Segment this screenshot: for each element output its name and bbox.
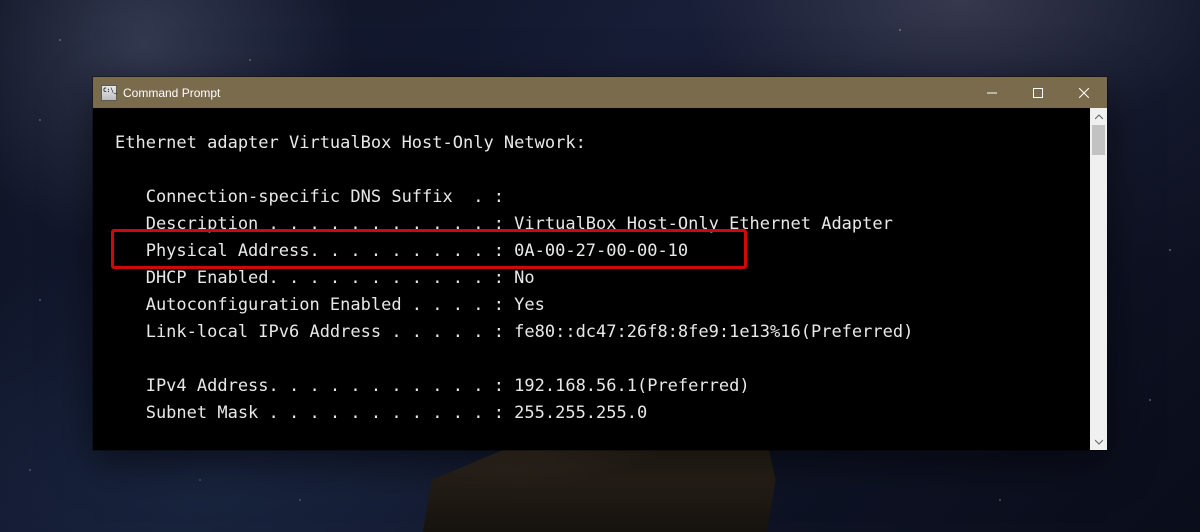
scroll-down-button[interactable] xyxy=(1090,433,1107,450)
line-dns-suffix: Connection-specific DNS Suffix . : xyxy=(115,187,504,207)
close-button[interactable] xyxy=(1061,77,1107,108)
minimize-icon xyxy=(987,88,997,98)
line-subnet-mask: Subnet Mask . . . . . . . . . . . : 255.… xyxy=(115,403,647,423)
maximize-icon xyxy=(1033,88,1043,98)
line-description: Description . . . . . . . . . . . : Virt… xyxy=(115,214,893,234)
maximize-button[interactable] xyxy=(1015,77,1061,108)
window-title: Command Prompt xyxy=(123,86,220,100)
command-prompt-icon xyxy=(101,85,117,101)
line-dhcp-enabled: DHCP Enabled. . . . . . . . . . . : No xyxy=(115,268,535,288)
minimize-button[interactable] xyxy=(969,77,1015,108)
line-link-local-ipv6: Link-local IPv6 Address . . . . . : fe80… xyxy=(115,322,913,342)
desktop-background: Command Prompt Et xyxy=(0,0,1200,532)
vertical-scrollbar[interactable] xyxy=(1090,108,1107,450)
chevron-up-icon xyxy=(1095,113,1103,121)
close-icon xyxy=(1079,88,1089,98)
line-physical-address: Physical Address. . . . . . . . . : 0A-0… xyxy=(115,241,688,261)
adapter-header: Ethernet adapter VirtualBox Host-Only Ne… xyxy=(115,133,586,153)
line-autoconfiguration: Autoconfiguration Enabled . . . . : Yes xyxy=(115,295,545,315)
line-ipv4-address: IPv4 Address. . . . . . . . . . . : 192.… xyxy=(115,376,750,396)
chevron-down-icon xyxy=(1095,438,1103,446)
command-prompt-window: Command Prompt Et xyxy=(93,77,1107,450)
scrollbar-thumb[interactable] xyxy=(1092,125,1105,155)
window-client-area: Ethernet adapter VirtualBox Host-Only Ne… xyxy=(93,108,1107,450)
titlebar[interactable]: Command Prompt xyxy=(93,77,1107,108)
console-output[interactable]: Ethernet adapter VirtualBox Host-Only Ne… xyxy=(93,108,1090,450)
scroll-up-button[interactable] xyxy=(1090,108,1107,125)
